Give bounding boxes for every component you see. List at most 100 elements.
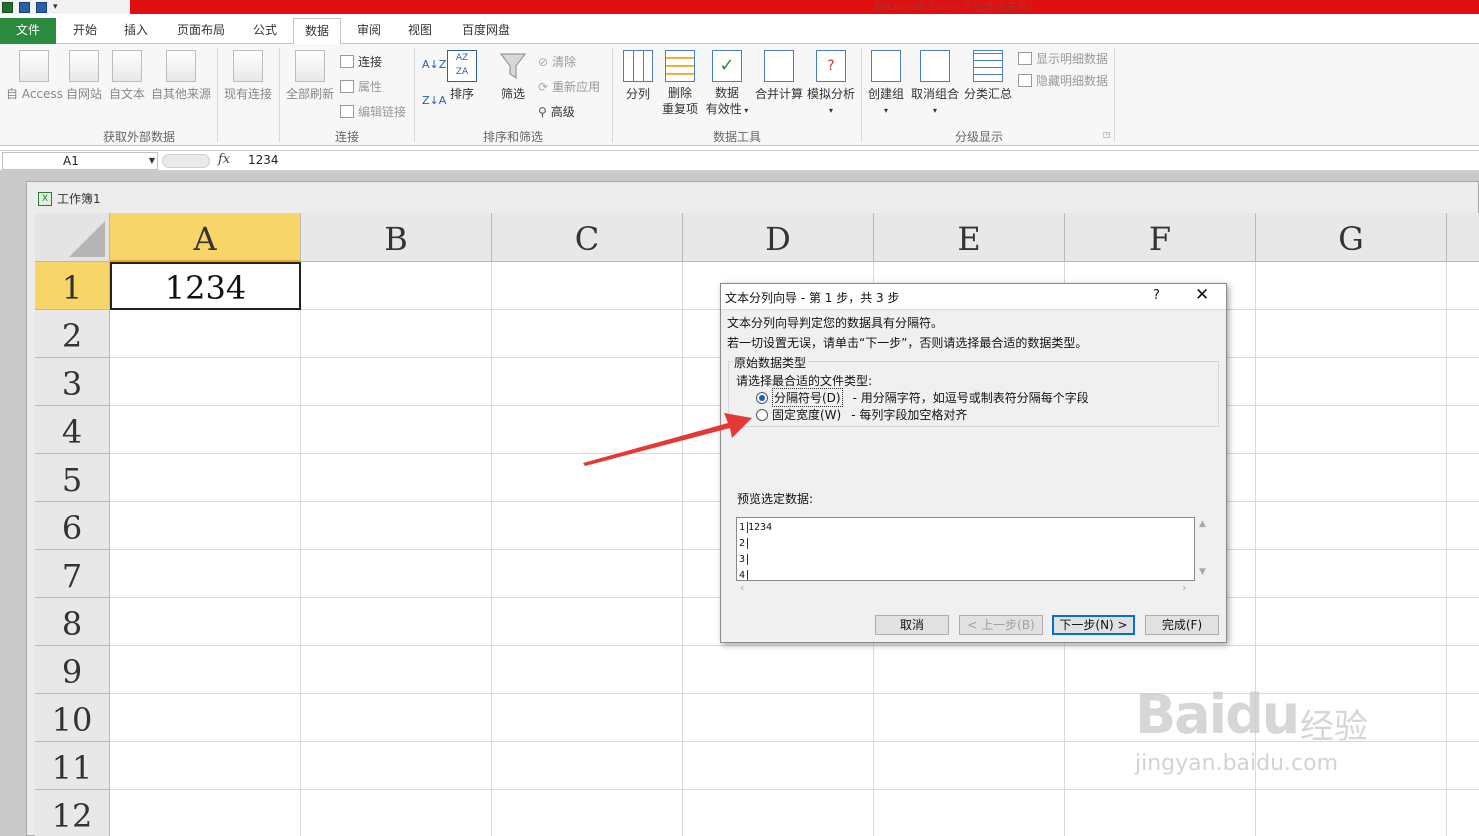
select-all-button[interactable] <box>35 213 110 262</box>
delimited-label[interactable]: 分隔符号(D) <box>772 388 843 407</box>
row-header-9[interactable]: 9 <box>35 646 110 694</box>
column-header-f[interactable]: F <box>1065 213 1256 262</box>
select-all-icon <box>69 221 105 257</box>
connections-icon <box>340 55 354 68</box>
separator <box>1114 48 1115 142</box>
column-header-g[interactable]: G <box>1256 213 1447 262</box>
delimited-option[interactable]: 分隔符号(D) - 用分隔字符，如逗号或制表符分隔每个字段 <box>756 388 1089 407</box>
tab-formulas[interactable]: 公式 <box>244 18 286 44</box>
dialog-launcher-icon[interactable]: ◳ <box>1103 130 1111 139</box>
row-header-1[interactable]: 1 <box>35 262 110 310</box>
row-header-4[interactable]: 4 <box>35 406 110 454</box>
from-access-button[interactable]: 自 Access <box>6 50 63 102</box>
column-header-d[interactable]: D <box>683 213 874 262</box>
scroll-up-icon[interactable]: ▲ <box>1199 519 1206 529</box>
from-text-button[interactable]: 自文本 <box>107 50 147 102</box>
cell-a1[interactable]: 1234 <box>110 262 301 310</box>
baidu-watermark: Baidu 经验 jingyan.baidu.com <box>1135 683 1368 776</box>
hide-detail-button[interactable]: 隐藏明细数据 <box>1018 72 1108 89</box>
fixed-width-option[interactable]: 固定宽度(W) - 每列字段加空格对齐 <box>756 406 967 423</box>
row-header-11[interactable]: 11 <box>35 742 110 790</box>
connections-button[interactable]: 连接 <box>340 53 382 70</box>
row-header-3[interactable]: 3 <box>35 358 110 406</box>
show-detail-button[interactable]: 显示明细数据 <box>1018 50 1108 67</box>
remove-duplicates-button[interactable]: 删除 重复项 <box>661 50 699 117</box>
preview-vertical-scrollbar[interactable]: ▲ ▼ <box>1196 517 1210 581</box>
ungroup-button[interactable]: 取消组合 ▾ <box>910 50 960 116</box>
column-header-b[interactable]: B <box>301 213 492 262</box>
dialog-title-bar: 文本分列向导 - 第 1 步，共 3 步 ? ✕ <box>721 284 1226 310</box>
back-button[interactable]: < 上一步(B) <box>959 615 1043 635</box>
tab-file[interactable]: 文件 <box>0 18 56 44</box>
column-header-a[interactable]: A <box>110 213 301 262</box>
finish-button[interactable]: 完成(F) <box>1145 615 1219 635</box>
dialog-message-2: 若一切设置无误，请单击“下一步”，否则请选择最合适的数据类型。 <box>727 336 1088 350</box>
clear-filter-button[interactable]: ⊘ 清除 <box>538 53 576 70</box>
row-header-7[interactable]: 7 <box>35 550 110 598</box>
next-button[interactable]: 下一步(N) > <box>1052 615 1135 635</box>
gridline <box>110 789 1479 790</box>
column-header-c[interactable]: C <box>492 213 683 262</box>
text-to-columns-button[interactable]: 分列 <box>620 50 656 102</box>
existing-connections-button[interactable]: 现有连接 <box>222 50 274 102</box>
tab-data[interactable]: 数据 <box>293 18 341 45</box>
tab-review[interactable]: 审阅 <box>348 18 390 44</box>
from-other-sources-button[interactable]: 自其他来源 <box>150 50 212 102</box>
insert-function-icon[interactable]: fx <box>218 152 230 167</box>
tab-view[interactable]: 视图 <box>399 18 441 44</box>
row-header-10[interactable]: 10 <box>35 694 110 742</box>
what-if-analysis-button[interactable]: ? 模拟分析 ▾ <box>806 50 856 116</box>
reapply-button[interactable]: ⟳ 重新应用 <box>538 78 600 95</box>
consolidate-button[interactable]: 合并计算 <box>754 50 804 102</box>
tab-home[interactable]: 开始 <box>62 18 108 44</box>
tab-insert[interactable]: 插入 <box>114 18 158 44</box>
sort-asc-button[interactable]: A↓Z <box>422 58 446 71</box>
scroll-left-icon[interactable]: ‹ <box>740 581 744 594</box>
workbook-title-bar: X 工作簿1 <box>38 190 101 207</box>
save-icon[interactable] <box>19 1 30 13</box>
formula-input[interactable]: 1234 <box>248 153 279 167</box>
sort-button[interactable]: AZ ZA 排序 <box>446 50 478 102</box>
reapply-icon: ⟳ <box>538 79 549 94</box>
formula-bar-divider <box>162 154 210 168</box>
data-validation-button[interactable]: ✓ 数据 有效性 ▾ <box>704 50 750 119</box>
name-box[interactable]: A1 ▼ <box>2 152 158 170</box>
sort-desc-button[interactable]: Z↓A <box>422 94 446 107</box>
fixed-width-label[interactable]: 固定宽度(W) <box>772 406 841 423</box>
cancel-button[interactable]: 取消 <box>875 615 949 635</box>
group-button[interactable]: 创建组 ▾ <box>866 50 906 116</box>
subtotal-button[interactable]: 分类汇总 <box>962 50 1014 102</box>
fixed-width-radio[interactable] <box>756 408 768 421</box>
row-header-12[interactable]: 12 <box>35 790 110 836</box>
advanced-filter-button[interactable]: ⚲ 高级 <box>538 103 575 120</box>
undo-icon[interactable] <box>36 1 47 13</box>
edit-links-button[interactable]: 编辑链接 <box>340 103 406 120</box>
refresh-all-button[interactable]: 全部刷新 <box>285 50 335 102</box>
group-label-data-tools: 数据工具 <box>713 130 762 144</box>
preview-horizontal-scrollbar[interactable]: ‹ › <box>736 581 1195 595</box>
row-header-8[interactable]: 8 <box>35 598 110 646</box>
close-button[interactable]: ✕ <box>1195 285 1209 305</box>
customize-qat-icon[interactable]: ▾ <box>53 2 58 12</box>
ribbon-tabs: 文件 开始 插入 页面布局 公式 数据 审阅 视图 百度网盘 <box>0 14 1479 45</box>
row-header-5[interactable]: 5 <box>35 454 110 502</box>
tab-page-layout[interactable]: 页面布局 <box>166 18 236 44</box>
row-header-6[interactable]: 6 <box>35 502 110 550</box>
delimited-radio[interactable] <box>756 391 768 404</box>
gridline <box>110 645 1479 646</box>
subtotal-icon <box>973 50 1003 82</box>
column-header-h[interactable] <box>1447 213 1479 262</box>
chevron-down-icon[interactable]: ▼ <box>149 153 155 169</box>
preview-box[interactable]: 1 1234 2 3 4 <box>736 517 1195 581</box>
properties-button[interactable]: 属性 <box>340 78 382 95</box>
ribbon: 自 Access 自网站 自文本 自其他来源 现有连接 获取外部数据 全部刷新 … <box>0 44 1479 146</box>
watermark-logo: Baidu <box>1135 683 1300 746</box>
column-header-e[interactable]: E <box>874 213 1065 262</box>
row-header-2[interactable]: 2 <box>35 310 110 358</box>
from-web-button[interactable]: 自网站 <box>64 50 104 102</box>
help-button[interactable]: ? <box>1153 288 1160 303</box>
scroll-down-icon[interactable]: ▼ <box>1199 567 1206 577</box>
tab-baidu-netdisk[interactable]: 百度网盘 <box>450 18 522 44</box>
filter-button[interactable]: 筛选 <box>496 50 530 102</box>
scroll-right-icon[interactable]: › <box>1182 581 1186 594</box>
